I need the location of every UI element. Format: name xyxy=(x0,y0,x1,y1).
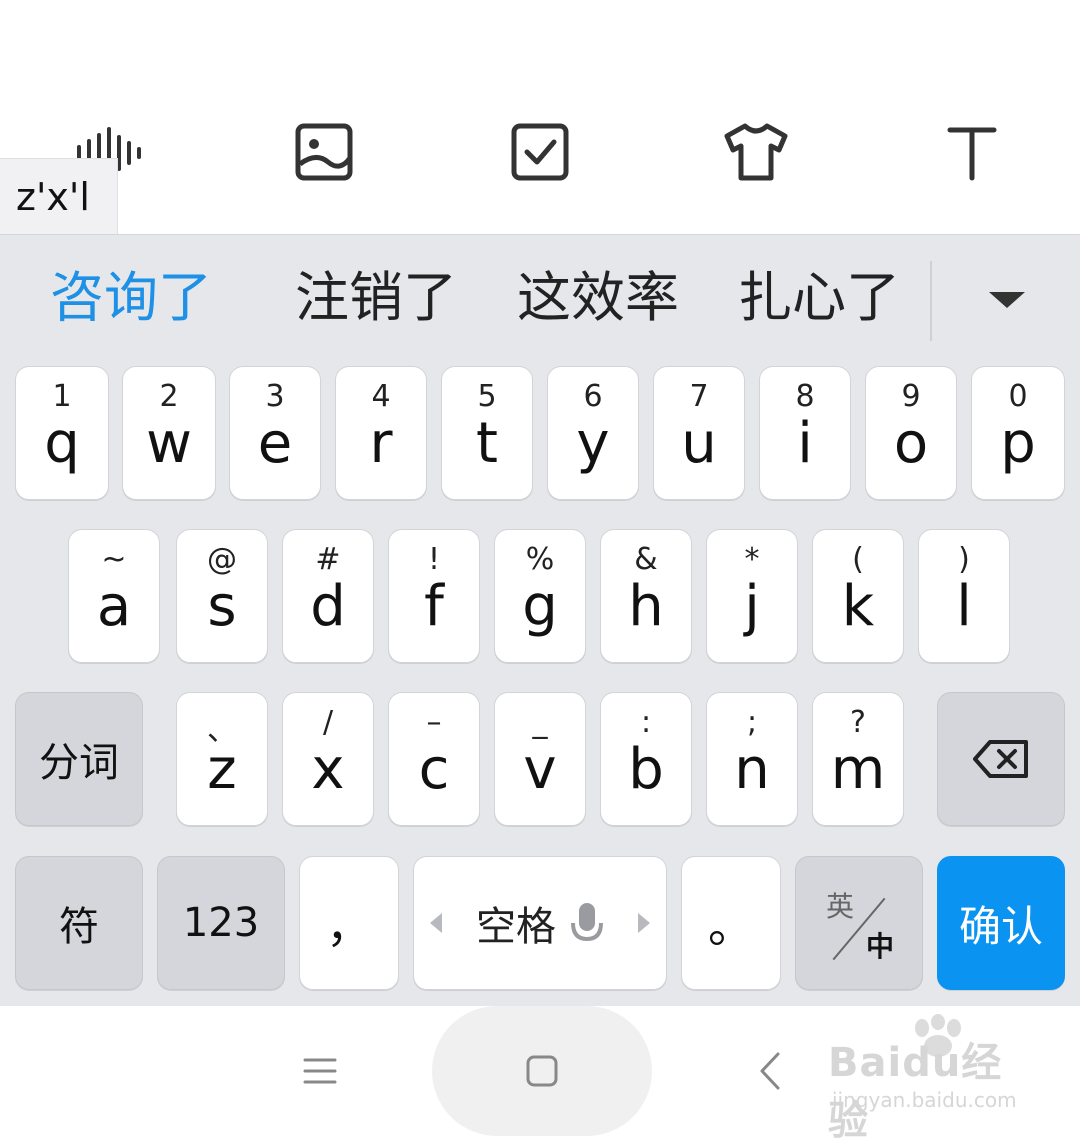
numbers-key[interactable]: 123 xyxy=(157,856,285,990)
keyboard: 咨询了 注销了 这效率 扎心了 1 q 2 w 3 e 4 r 5 t 6 y … xyxy=(0,234,1080,1006)
cursor-right-icon xyxy=(638,913,650,933)
menu-button[interactable] xyxy=(290,1036,350,1106)
confirm-key[interactable]: 确认 xyxy=(937,856,1065,990)
expand-candidates-button[interactable] xyxy=(972,275,1042,325)
space-label: 空格 xyxy=(476,904,556,950)
key-g[interactable]: % g xyxy=(494,529,586,663)
key-a[interactable]: ~ a xyxy=(68,529,160,663)
back-button[interactable] xyxy=(740,1036,800,1106)
key-f[interactable]: ! f xyxy=(388,529,480,663)
baidu-watermark: Baidu经验 jingyan.baidu.com xyxy=(828,1014,1038,1144)
key-i[interactable]: 8 i xyxy=(759,366,851,500)
backspace-key[interactable] xyxy=(937,692,1065,826)
candidate-1[interactable]: 咨询了 xyxy=(50,263,212,333)
key-w[interactable]: 2 w xyxy=(122,366,216,500)
space-key[interactable]: 空格 xyxy=(413,856,667,990)
key-h[interactable]: & h xyxy=(600,529,692,663)
key-m[interactable]: ? m xyxy=(812,692,904,826)
candidate-bar: 咨询了 注销了 这效率 扎心了 xyxy=(0,235,1080,363)
symbols-key[interactable]: 符 xyxy=(15,856,143,990)
lang-chinese-label: 中 xyxy=(866,930,895,963)
key-o[interactable]: 9 o xyxy=(865,366,957,500)
key-e[interactable]: 3 e xyxy=(229,366,321,500)
pinyin-composition: z'x'l xyxy=(0,158,118,234)
candidate-4[interactable]: 扎心了 xyxy=(738,263,900,333)
image-icon[interactable] xyxy=(284,112,364,192)
key-r[interactable]: 4 r xyxy=(335,366,427,500)
period-key[interactable]: 。 xyxy=(681,856,781,990)
key-u[interactable]: 7 u xyxy=(653,366,745,500)
key-x[interactable]: / x xyxy=(282,692,374,826)
watermark-sub: jingyan.baidu.com xyxy=(832,1088,1017,1112)
key-b[interactable]: : b xyxy=(600,692,692,826)
key-t[interactable]: 5 t xyxy=(441,366,533,500)
key-s[interactable]: @ s xyxy=(176,529,268,663)
comma-key[interactable]: ， xyxy=(299,856,399,990)
key-c[interactable]: – c xyxy=(388,692,480,826)
key-d[interactable]: # d xyxy=(282,529,374,663)
key-l[interactable]: ) l xyxy=(918,529,1010,663)
segment-key[interactable]: 分词 xyxy=(15,692,143,826)
language-switch-key[interactable]: 英 中 xyxy=(795,856,923,990)
chevron-down-icon xyxy=(989,292,1025,308)
key-n[interactable]: ; n xyxy=(706,692,798,826)
candidate-divider xyxy=(930,261,932,341)
backspace-icon xyxy=(973,740,1028,778)
checkbox-icon[interactable] xyxy=(500,112,580,192)
key-z[interactable]: 、 z xyxy=(176,692,268,826)
lang-english-label: 英 xyxy=(826,890,855,923)
candidate-2[interactable]: 注销了 xyxy=(295,263,457,333)
key-k[interactable]: ( k xyxy=(812,529,904,663)
key-p[interactable]: 0 p xyxy=(971,366,1065,500)
back-chevron-icon xyxy=(760,1052,780,1090)
candidate-3[interactable]: 这效率 xyxy=(517,263,679,333)
keyboard-toolbar xyxy=(0,0,1080,234)
text-icon[interactable] xyxy=(932,112,1012,192)
key-v[interactable]: _ v xyxy=(494,692,586,826)
key-y[interactable]: 6 y xyxy=(547,366,639,500)
key-j[interactable]: * j xyxy=(706,529,798,663)
menu-icon xyxy=(303,1058,337,1084)
key-q[interactable]: 1 q xyxy=(15,366,109,500)
microphone-icon xyxy=(571,903,603,942)
home-square-icon xyxy=(526,1055,558,1087)
tshirt-icon[interactable] xyxy=(716,112,796,192)
home-button[interactable] xyxy=(512,1041,572,1101)
